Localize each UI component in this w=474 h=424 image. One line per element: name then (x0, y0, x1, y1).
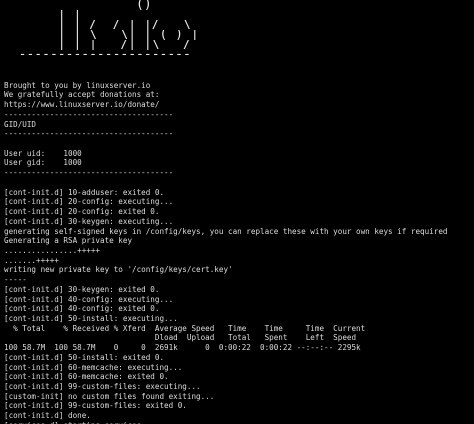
terminal-line: [cont-init.d] 40-config: executing... (4, 294, 174, 304)
terminal-line: generating self-signed keys in /config/k… (4, 226, 448, 236)
terminal-line: User gid: 1000 (4, 158, 82, 168)
terminal-line: ------------------------------------- (4, 129, 174, 139)
ascii-art-line: ---------------------- (3, 50, 191, 60)
terminal-window[interactable]: ____ () | | ___ _ ___ | | /__/ | |/ _ \ … (0, 0, 474, 424)
terminal-line: % Total % Received % Xferd Average Speed… (4, 323, 366, 333)
ascii-art-line: ____ () (3, 0, 168, 10)
terminal-line: 100 58.7M 100 58.7M 0 0 2691k 0 0:00:22 … (4, 343, 361, 353)
ascii-art-line: |_| |___/|_|\___/ (3, 40, 191, 50)
terminal-line: User uid: 1000 (4, 148, 82, 158)
terminal-line: [cont-init.d] 10-adduser: exited 0. (4, 187, 165, 197)
terminal-line: Dload Upload Total Spent Left Speed (4, 333, 357, 343)
terminal-line: [cont-init.d] 50-install: executing... (4, 313, 178, 323)
terminal-line: [cont-init.d] 40-config: exited 0. (4, 304, 160, 314)
terminal-line: [cont-init.d] 50-install: exited 0. (4, 352, 165, 362)
terminal-line: [custom-init] no custom files found exit… (4, 391, 215, 401)
ascii-art-line: | | \__ \| | (_) | (3, 30, 199, 40)
terminal-line: [cont-init.d] 30-keygen: executing... (4, 216, 174, 226)
terminal-line: GID/UID (4, 119, 37, 129)
terminal-line: [cont-init.d] 60-memcache: executing... (4, 362, 183, 372)
terminal-line: ------------------------------------- (4, 109, 174, 119)
terminal-line: .......+++++ (4, 255, 59, 265)
terminal-line: ................+++++ (4, 245, 101, 255)
terminal-line: [cont-init.d] 30-keygen: exited 0. (4, 284, 160, 294)
terminal-line: [cont-init.d] 20-config: exited 0. (4, 207, 160, 217)
terminal-log: Brought to you by linuxserver.io We grate… (4, 71, 474, 424)
terminal-line: We gratefully accept donations at: (4, 90, 160, 100)
ascii-art-line: | | ___ _ ___ (3, 10, 184, 20)
terminal-line: [cont-init.d] 99-custom-files: exited 0. (4, 401, 187, 411)
terminal-line: [cont-init.d] 60-memcache: exited 0. (4, 372, 169, 382)
terminal-line: [cont-init.d] 20-config: executing... (4, 197, 174, 207)
terminal-line: writing new private key to '/config/keys… (4, 265, 233, 275)
ascii-art-line: | | /__/ | |/ _ \ (3, 20, 191, 30)
terminal-line: https://www.linuxserver.io/donate/ (4, 100, 160, 110)
terminal-line: Brought to you by linuxserver.io (4, 80, 151, 90)
terminal-line: [cont-init.d] done. (4, 411, 91, 421)
terminal-line: ----- (4, 275, 27, 285)
terminal-line: ------------------------------------- (4, 168, 174, 178)
lsio-ascii-logo: ____ () | | ___ _ ___ | | /__/ | |/ _ \ … (3, 0, 199, 60)
terminal-line: [cont-init.d] 99-custom-files: executing… (4, 382, 201, 391)
terminal-line: Generating a RSA private key (4, 236, 133, 246)
